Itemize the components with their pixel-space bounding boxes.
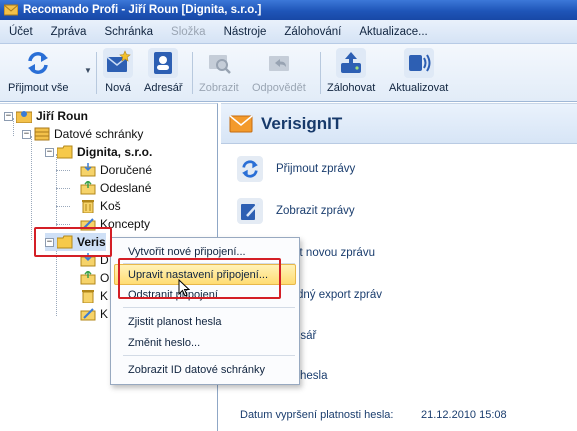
show-button: Zobrazit	[199, 48, 239, 94]
tree-connector	[31, 136, 32, 240]
tree-connector	[56, 224, 70, 225]
annotation-box-tree-node	[34, 227, 112, 257]
sent-icon	[80, 271, 96, 285]
sent-icon	[80, 181, 96, 195]
tree-node-trash[interactable]: Koš	[80, 197, 121, 215]
show-label: Zobrazit	[199, 82, 239, 94]
update-icon	[403, 48, 434, 78]
action-show-label: Zobrazit zprávy	[276, 205, 355, 217]
address-book-icon	[148, 48, 179, 78]
window-title: Recomando Profi - Jiří Roun [Dignita, s.…	[23, 4, 262, 16]
address-book-button[interactable]: Adresář	[144, 48, 183, 94]
menu-slozka: Složka	[171, 25, 206, 38]
new-message-button[interactable]: Nová	[103, 48, 133, 94]
update-label: Aktualizovat	[389, 82, 449, 94]
content-header: VerisignIT	[221, 104, 577, 144]
ctx-show-mailbox-id[interactable]: Zobrazit ID datové schránky	[128, 364, 265, 376]
collapse-icon[interactable]: −	[45, 147, 54, 157]
tree-node-user[interactable]: − Jiří Roun	[4, 107, 88, 125]
address-book-label: Adresář	[144, 82, 183, 94]
tree-connector	[56, 154, 57, 226]
mailboxes-icon	[34, 127, 50, 141]
tree-label-sent: Odeslané	[100, 181, 152, 195]
reply-label: Odpovědět	[252, 82, 306, 94]
menu-aktualizace[interactable]: Aktualizace...	[359, 26, 427, 38]
ctx-change-password[interactable]: Změnit heslo...	[128, 337, 200, 349]
new-envelope-icon	[103, 48, 133, 78]
tree-node-sent[interactable]: Odeslané	[80, 179, 151, 197]
app-logo-icon	[4, 4, 18, 16]
reply-button: Odpovědět	[252, 48, 306, 94]
menu-zprava[interactable]: Zpráva	[51, 26, 87, 38]
content-title: VerisignIT	[261, 113, 343, 133]
tree-node-company[interactable]: − Dignita, s.r.o.	[45, 143, 152, 161]
menu-separator	[123, 307, 295, 308]
collapse-icon[interactable]: −	[4, 111, 13, 121]
tree-connector	[56, 188, 70, 189]
trash-icon	[82, 200, 94, 213]
tree-label-user: Jiří Roun	[36, 109, 89, 123]
tree-node-mailboxes[interactable]: − Datové schránky	[22, 125, 143, 143]
tree-node-trash-2[interactable]: K	[80, 287, 108, 305]
tree-label-drafts-2: K	[100, 307, 109, 321]
mouse-cursor-icon	[178, 279, 190, 297]
tree-label-trash-2: K	[100, 289, 109, 303]
refresh-icon	[23, 48, 53, 78]
menu-bar: Účet Zpráva Schránka Složka Nástroje Zál…	[0, 20, 577, 44]
action-show-messages[interactable]: Zobrazit zprávy	[237, 198, 355, 224]
toolbar: Přijmout vše ▼ Nová Adresář Zobrazit Odp…	[0, 44, 577, 102]
mailbox-envelope-icon	[229, 114, 253, 132]
tree-connector	[56, 170, 70, 171]
ctx-check-password-validity[interactable]: Zjistit planost hesla	[128, 316, 222, 328]
backup-icon	[336, 48, 367, 78]
reply-icon	[264, 48, 294, 78]
menu-separator	[123, 355, 295, 356]
menu-ucet[interactable]: Účet	[9, 26, 33, 38]
toolbar-separator	[192, 52, 193, 94]
dropdown-arrow-icon[interactable]: ▼	[84, 66, 92, 75]
inbox-icon	[80, 163, 96, 177]
edit-message-icon	[237, 198, 263, 224]
annotation-box-menu-item	[118, 258, 281, 299]
refresh-icon	[237, 156, 263, 182]
toolbar-separator	[320, 52, 321, 94]
folder-icon	[57, 145, 73, 159]
tree-label-mailboxes: Datové schránky	[54, 127, 144, 141]
tree-label-sent-2: O	[100, 271, 110, 285]
menu-nastroje[interactable]: Nástroje	[224, 26, 267, 38]
title-bar: Recomando Profi - Jiří Roun [Dignita, s.…	[0, 0, 577, 20]
menu-schranka[interactable]: Schránka	[104, 26, 153, 38]
password-expiry-label: Datum vypršení platnosti hesla:	[240, 409, 394, 421]
new-label: Nová	[105, 82, 131, 94]
show-message-icon	[204, 48, 234, 78]
backup-label: Zálohovat	[327, 82, 376, 94]
update-button[interactable]: Aktualizovat	[389, 48, 448, 94]
tree-label-company: Dignita, s.r.o.	[77, 145, 153, 159]
tree-connector	[56, 206, 70, 207]
tree-label-inbox: Doručené	[100, 163, 153, 177]
tree-label-trash: Koš	[100, 199, 121, 213]
tree-node-drafts-2[interactable]: K	[80, 305, 108, 323]
trash-icon	[82, 290, 94, 303]
action-receive-label: Přijmout zprávy	[276, 163, 356, 175]
action-receive-messages[interactable]: Přijmout zprávy	[237, 156, 355, 182]
user-icon	[16, 111, 32, 123]
menu-zalohovani[interactable]: Zálohování	[284, 26, 341, 38]
password-expiry-value: 21.12.2010 15:08	[421, 409, 507, 421]
receive-all-button[interactable]: Přijmout vše	[8, 48, 69, 94]
backup-button[interactable]: Zálohovat	[327, 48, 375, 94]
tree-connector	[56, 250, 57, 316]
collapse-icon[interactable]: −	[22, 129, 31, 139]
tree-node-sent-2[interactable]: O	[80, 269, 109, 287]
toolbar-separator	[96, 52, 97, 94]
drafts-icon	[80, 308, 96, 321]
receive-all-label: Přijmout vše	[8, 82, 69, 94]
ctx-create-connection[interactable]: Vytvořit nové připojení...	[128, 246, 246, 258]
tree-node-inbox[interactable]: Doručené	[80, 161, 152, 179]
